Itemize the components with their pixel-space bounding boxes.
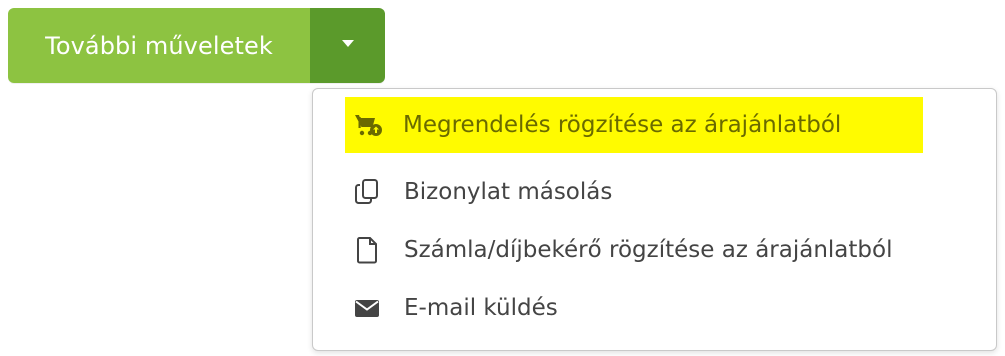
menu-item-create-order[interactable]: Megrendelés rögzítése az árajánlatból <box>345 97 923 153</box>
menu-item-label: Megrendelés rögzítése az árajánlatból <box>403 112 842 138</box>
cart-upload-icon <box>353 110 383 140</box>
page: További műveletek Megrendelés rögzítése … <box>0 0 1005 356</box>
document-icon <box>352 235 382 265</box>
copy-icon <box>352 177 382 207</box>
menu-item-create-invoice[interactable]: Számla/díjbekérő rögzítése az árajánlatb… <box>352 235 892 265</box>
menu-item-label: Számla/díjbekérő rögzítése az árajánlatb… <box>404 237 893 263</box>
actions-dropdown-menu: Megrendelés rögzítése az árajánlatból Bi… <box>312 88 997 351</box>
dropdown-toggle-button[interactable] <box>310 8 385 83</box>
menu-item-label: Bizonylat másolás <box>404 179 613 205</box>
more-actions-split-button: További műveletek <box>8 8 385 83</box>
more-actions-button[interactable]: További műveletek <box>8 8 310 83</box>
menu-item-copy-document[interactable]: Bizonylat másolás <box>352 177 612 207</box>
caret-down-icon <box>341 40 354 47</box>
menu-item-send-email[interactable]: E-mail küldés <box>352 293 558 323</box>
envelope-icon <box>352 293 382 323</box>
menu-item-label: E-mail küldés <box>404 295 558 321</box>
